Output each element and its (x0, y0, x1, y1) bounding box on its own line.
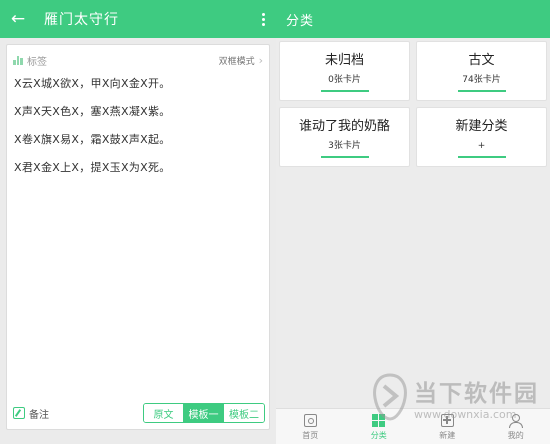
top-bar: ← 雁门太守行 (0, 0, 276, 38)
card-detail-screen: ← 雁门太守行 标签 双框模式 › X云X城X欲X，甲X向X金X开。 X声X天X… (0, 0, 276, 444)
plus-icon: + (477, 141, 486, 151)
note-button[interactable]: 备注 (29, 406, 143, 421)
accent-line (457, 156, 506, 158)
category-count: 3张卡片 (328, 141, 361, 151)
accent-line (320, 90, 369, 92)
category-icon (372, 414, 386, 427)
page-title: 分类 (286, 13, 315, 29)
tab-label: 新建 (439, 431, 456, 440)
poem-text: X云X城X欲X，甲X向X金X开。 X声X天X色X，塞X燕X凝X紫。 X卷X旗X易… (14, 76, 263, 188)
chevron-right-icon[interactable]: › (259, 54, 263, 67)
back-button[interactable]: ← (0, 0, 36, 38)
tab-label: 我的 (507, 431, 524, 440)
tab-home[interactable]: 首页 (276, 409, 345, 444)
category-name: 未归档 (324, 53, 364, 68)
new-category-button[interactable]: 新建分类 + (416, 107, 547, 167)
poem-line: X云X城X欲X，甲X向X金X开。 (14, 77, 171, 90)
category-name: 古文 (468, 53, 495, 68)
category-count: 74张卡片 (462, 75, 501, 85)
edit-note-icon[interactable] (13, 407, 25, 419)
tab-profile[interactable]: 我的 (482, 409, 550, 444)
bottom-tab-bar: 首页 分类 新建 我的 (276, 408, 550, 444)
category-card-unarchived[interactable]: 未归档 0张卡片 (279, 41, 410, 101)
category-card-classical[interactable]: 古文 74张卡片 (416, 41, 547, 101)
arrow-left-icon: ← (10, 9, 26, 29)
category-name: 新建分类 (455, 119, 508, 134)
accent-line (320, 156, 369, 158)
card-header: 标签 双框模式 › (13, 52, 263, 68)
page-title: 雁门太守行 (44, 12, 119, 28)
more-button[interactable] (250, 0, 276, 38)
tab-label: 分类 (370, 431, 387, 440)
category-name: 谁动了我的奶酪 (298, 119, 390, 134)
segment-template-one[interactable]: 模板一 (184, 404, 224, 422)
add-icon (440, 414, 454, 427)
template-switcher: 原文 模板一 模板二 (143, 403, 265, 423)
poem-card: 标签 双框模式 › X云X城X欲X，甲X向X金X开。 X声X天X色X，塞X燕X凝… (6, 44, 270, 430)
card-footer: 备注 原文 模板一 模板二 (13, 403, 265, 423)
tag-icon (13, 55, 24, 65)
segment-original[interactable]: 原文 (144, 404, 184, 422)
category-count: 0张卡片 (328, 75, 361, 85)
segment-template-two[interactable]: 模板二 (224, 404, 264, 422)
category-screen: 分类 未归档 0张卡片 古文 74张卡片 谁动了我的奶酪 3张卡片 新建分类 + (276, 0, 550, 444)
home-icon (303, 414, 317, 427)
poem-line: X声X天X色X，塞X燕X凝X紫。 (14, 105, 171, 118)
poem-line: X卷X旗X易X，霜X鼓X声X起。 (14, 133, 171, 146)
tag-label[interactable]: 标签 (27, 53, 219, 68)
poem-line: X君X金X上X，提X玉X为X死。 (14, 161, 171, 174)
app-screens: ← 雁门太守行 标签 双框模式 › X云X城X欲X，甲X向X金X开。 X声X天X… (0, 0, 550, 444)
profile-icon (509, 414, 524, 428)
top-bar: 分类 (276, 0, 550, 38)
tab-category[interactable]: 分类 (345, 409, 414, 444)
accent-line (457, 90, 506, 92)
tab-label: 首页 (302, 431, 319, 440)
mode-toggle[interactable]: 双框模式 (219, 54, 255, 67)
category-card-cheese[interactable]: 谁动了我的奶酪 3张卡片 (279, 107, 410, 167)
more-vertical-icon (261, 12, 265, 16)
tab-new[interactable]: 新建 (413, 409, 482, 444)
